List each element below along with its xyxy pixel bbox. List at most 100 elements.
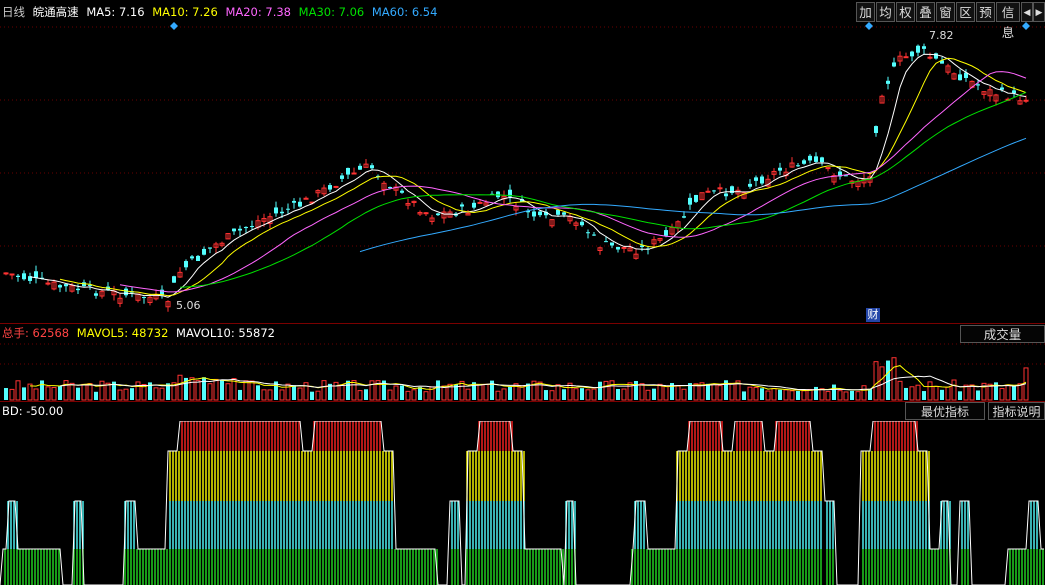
volume-bar bbox=[351, 380, 357, 401]
volume-bar bbox=[33, 388, 39, 401]
candle-body bbox=[460, 204, 464, 207]
volume-bar bbox=[15, 380, 21, 401]
indicator-help-button[interactable]: 指标说明 bbox=[988, 402, 1045, 420]
volume-bar bbox=[778, 389, 782, 400]
candle-body bbox=[886, 80, 890, 84]
candle-body bbox=[712, 190, 716, 192]
candle-body bbox=[351, 172, 357, 175]
indicator-header: BD: -50.00 bbox=[0, 401, 1045, 421]
candle-body bbox=[724, 193, 728, 197]
candle-body bbox=[94, 293, 98, 296]
candle-body bbox=[208, 247, 212, 249]
volume-bar bbox=[837, 390, 843, 401]
candle-body bbox=[1000, 87, 1004, 90]
volume-bar bbox=[405, 390, 411, 401]
ma30-line bbox=[179, 91, 1027, 288]
volume-bar bbox=[189, 377, 195, 401]
volume-bar bbox=[747, 386, 753, 401]
ma10-line bbox=[59, 57, 1027, 297]
candle-body bbox=[916, 45, 920, 53]
candle-body bbox=[358, 165, 362, 170]
candle-body bbox=[592, 234, 596, 236]
volume-bar bbox=[850, 390, 854, 400]
candle-body bbox=[477, 201, 483, 204]
candle-body bbox=[76, 288, 80, 291]
price-chart[interactable] bbox=[0, 0, 1045, 325]
volume-bar bbox=[873, 361, 879, 401]
volume-bar bbox=[897, 380, 903, 401]
candle-body bbox=[694, 194, 698, 202]
candle-body bbox=[34, 271, 38, 278]
volume-bar bbox=[436, 380, 440, 400]
ma5-line bbox=[29, 53, 1027, 298]
marker-diamond-icon bbox=[1022, 22, 1030, 30]
volume-bar bbox=[69, 382, 75, 401]
candle-body bbox=[682, 216, 686, 218]
candle-body bbox=[586, 232, 590, 234]
candle-body bbox=[562, 212, 566, 215]
volume-bar bbox=[465, 388, 471, 401]
volume-bar bbox=[711, 384, 717, 401]
volume-bar bbox=[549, 390, 555, 401]
volume-bar bbox=[855, 391, 861, 401]
volume-bar bbox=[130, 388, 134, 400]
volume-bar bbox=[22, 387, 26, 400]
volume-bar bbox=[369, 380, 375, 401]
candle-body bbox=[748, 183, 752, 187]
volume-bar bbox=[999, 388, 1005, 401]
volume-bar bbox=[555, 384, 561, 401]
candle-body bbox=[814, 156, 818, 162]
candle-body bbox=[16, 275, 20, 278]
volume-bar bbox=[76, 387, 80, 400]
candle-body bbox=[1012, 90, 1016, 94]
volume-bar bbox=[400, 385, 404, 400]
candle-body bbox=[976, 84, 980, 86]
candle-body bbox=[820, 157, 824, 163]
volume-bar bbox=[81, 383, 87, 401]
volume-bar bbox=[868, 388, 872, 400]
volume-bar bbox=[411, 389, 417, 401]
candle-body bbox=[610, 242, 614, 246]
volume-bar bbox=[357, 390, 363, 401]
volume-bar bbox=[441, 385, 447, 401]
volume-bar bbox=[562, 389, 566, 400]
volume-bar bbox=[51, 386, 57, 401]
volume-bar bbox=[958, 391, 962, 400]
volume-bar bbox=[279, 389, 285, 401]
volume-bar bbox=[645, 389, 651, 401]
volume-bar bbox=[729, 382, 735, 401]
candle-body bbox=[172, 276, 176, 283]
bd-indicator-chart[interactable] bbox=[0, 421, 1045, 585]
candle-body bbox=[958, 74, 962, 81]
candle-body bbox=[340, 175, 344, 179]
candle-body bbox=[796, 165, 800, 167]
candle-body bbox=[532, 211, 536, 217]
volume-bar bbox=[117, 389, 123, 401]
volume-bar bbox=[969, 384, 975, 401]
low-price-label: 5.06 bbox=[176, 299, 201, 312]
volume-bar bbox=[940, 389, 944, 400]
volume-bar bbox=[922, 391, 926, 400]
volume-bar bbox=[105, 382, 111, 401]
volume-bar bbox=[753, 387, 759, 401]
candle-body bbox=[292, 200, 296, 203]
volume-bar bbox=[717, 385, 723, 401]
candle-body bbox=[190, 256, 194, 259]
volume-bar bbox=[243, 380, 249, 401]
candle-body bbox=[934, 53, 938, 59]
volume-bar bbox=[387, 389, 393, 401]
candle-body bbox=[328, 185, 332, 190]
volume-bar bbox=[681, 388, 687, 401]
volume-chart[interactable] bbox=[0, 324, 1045, 402]
volume-bar bbox=[1012, 385, 1016, 400]
high-price-label: 7.82 bbox=[929, 29, 954, 42]
volume-bar bbox=[249, 380, 255, 401]
volume-bar bbox=[616, 389, 620, 400]
best-indicator-button[interactable]: 最优指标 bbox=[905, 402, 985, 420]
candle-body bbox=[808, 155, 812, 161]
volume-bar bbox=[519, 385, 525, 401]
volume-bar bbox=[652, 388, 656, 400]
volume-bar bbox=[346, 380, 350, 400]
candle-body bbox=[202, 248, 206, 255]
financial-report-marker[interactable]: 财 bbox=[866, 308, 880, 322]
